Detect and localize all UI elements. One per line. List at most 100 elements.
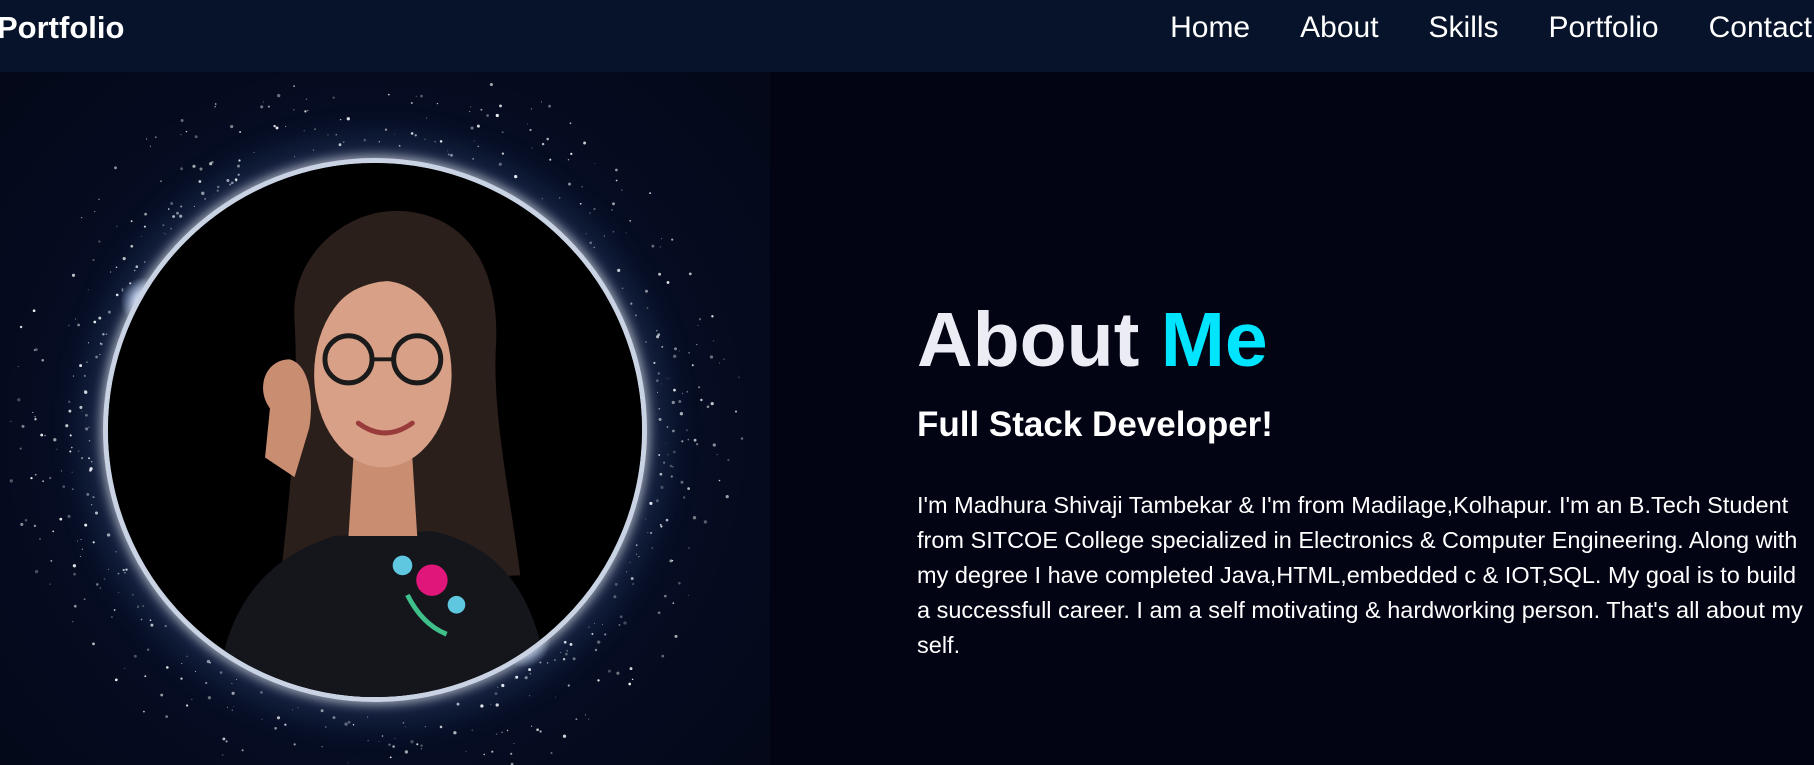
- sparkle-dot: [108, 568, 110, 570]
- sparkle-dot: [222, 737, 226, 741]
- sparkle-dot: [513, 743, 515, 744]
- sparkle-dot: [170, 227, 172, 230]
- sparkle-dot: [19, 325, 23, 329]
- sparkle-dot: [381, 735, 384, 737]
- sparkle-dot: [214, 103, 217, 105]
- sparkle-dot: [658, 408, 661, 410]
- sparkle-dot: [211, 160, 214, 164]
- sparkle-dot: [672, 602, 675, 604]
- nav-contact-link[interactable]: Contact: [1709, 12, 1812, 44]
- sparkle-dot: [71, 273, 76, 277]
- sparkle-dot: [312, 149, 314, 151]
- sparkle-dot: [546, 662, 549, 664]
- sparkle-dot: [612, 202, 615, 206]
- logo[interactable]: Portfolio: [0, 12, 124, 44]
- sparkle-dot: [439, 140, 443, 143]
- sparkle-dot: [679, 412, 684, 416]
- sparkle-dot: [132, 593, 134, 596]
- sparkle-dot: [388, 743, 391, 746]
- sparkle-dot: [230, 181, 234, 185]
- sparkle-dot: [335, 133, 338, 136]
- sparkle-dot: [72, 621, 74, 623]
- sparkle-dot: [619, 615, 623, 619]
- sparkle-dot: [68, 409, 72, 413]
- sparkle-dot: [180, 119, 184, 122]
- sparkle-dot: [332, 716, 336, 720]
- sparkle-dot: [274, 726, 277, 730]
- sparkle-dot: [227, 706, 228, 708]
- sparkle-dot: [93, 320, 97, 324]
- sparkle-dot: [262, 101, 265, 103]
- nav-skills-link[interactable]: Skills: [1429, 12, 1499, 44]
- sparkle-dot: [77, 540, 78, 542]
- sparkle-dot: [88, 457, 91, 460]
- sparkle-dot: [698, 386, 701, 389]
- sparkle-dot: [659, 472, 663, 476]
- sparkle-dot: [404, 750, 409, 754]
- sparkle-dot: [130, 220, 133, 223]
- sparkle-dot: [589, 212, 591, 214]
- sparkle-dot: [530, 108, 532, 110]
- sparkle-dot: [50, 559, 53, 562]
- sparkle-dot: [73, 604, 77, 608]
- sparkle-dot: [19, 447, 22, 450]
- sparkle-dot: [613, 595, 617, 599]
- sparkle-dot: [693, 438, 697, 442]
- sparkle-dot: [81, 410, 83, 412]
- sparkle-dot: [588, 718, 590, 720]
- sparkle-dot: [107, 310, 111, 314]
- sparkle-dot: [566, 649, 569, 652]
- sparkle-dot: [195, 671, 197, 672]
- sparkle-dot: [387, 93, 390, 96]
- sparkle-dot: [231, 682, 233, 684]
- sparkle-dot: [306, 109, 309, 112]
- sparkle-dot: [73, 572, 76, 576]
- sparkle-dot: [655, 499, 659, 503]
- sparkle-dot: [524, 676, 528, 680]
- sparkle-dot: [239, 131, 242, 133]
- sparkle-dot: [539, 730, 542, 733]
- sparkle-dot: [124, 668, 126, 669]
- sparkle-dot: [546, 137, 549, 141]
- sparkle-dot: [426, 117, 428, 119]
- sparkle-dot: [617, 268, 621, 273]
- sparkle-dot: [567, 159, 570, 161]
- sparkle-dot: [83, 598, 86, 601]
- sparkle-dot: [320, 709, 324, 713]
- sparkle-dot: [160, 693, 164, 697]
- sparkle-dot: [133, 269, 136, 272]
- sparkle-dot: [10, 420, 12, 422]
- sparkle-dot: [645, 341, 647, 343]
- sparkle-dot: [231, 709, 233, 711]
- nav-about-link[interactable]: About: [1300, 12, 1378, 44]
- sparkle-dot: [698, 318, 702, 321]
- sparkle-dot: [144, 212, 148, 216]
- sparkle-dot: [727, 459, 730, 462]
- sparkle-dot: [670, 475, 673, 478]
- sparkle-dot: [113, 609, 116, 611]
- sparkle-dot: [661, 345, 664, 348]
- sparkle-dot: [695, 443, 699, 446]
- sparkle-dot: [75, 318, 77, 320]
- sparkle-dot: [501, 683, 505, 688]
- sparkle-dot: [691, 364, 694, 367]
- sparkle-dot: [20, 522, 24, 526]
- nav-portfolio-link[interactable]: Portfolio: [1549, 12, 1659, 44]
- sparkle-dot: [191, 698, 193, 700]
- sparkle-dot: [601, 624, 603, 626]
- sparkle-dot: [410, 132, 414, 135]
- sparkle-dot: [651, 244, 655, 248]
- sparkle-dot: [572, 657, 576, 661]
- sparkle-dot: [293, 109, 295, 111]
- sparkle-dot: [420, 748, 422, 750]
- sparkle-dot: [712, 443, 716, 447]
- nav-home-link[interactable]: Home: [1170, 12, 1250, 44]
- sparkle-dot: [41, 359, 44, 362]
- sparkle-dot: [483, 753, 485, 756]
- sparkle-dot: [575, 718, 578, 721]
- sparkle-dot: [352, 724, 355, 726]
- sparkle-dot: [201, 191, 205, 195]
- sparkle-dot: [56, 448, 58, 450]
- sparkle-dot: [87, 289, 89, 291]
- sparkle-dot: [98, 240, 101, 243]
